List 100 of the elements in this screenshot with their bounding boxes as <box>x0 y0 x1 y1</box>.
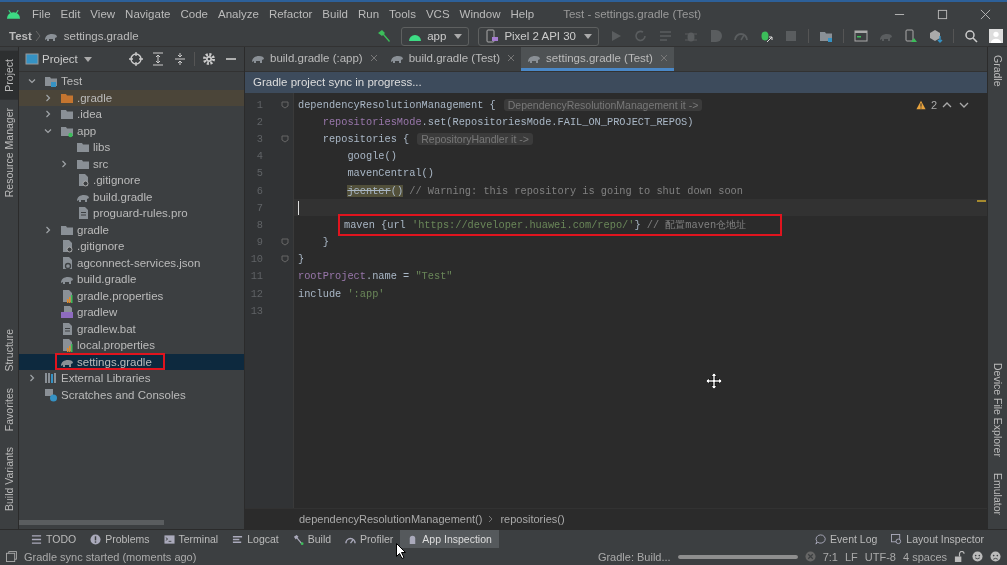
tool-window-tab[interactable]: Project <box>0 51 18 100</box>
line-separator[interactable]: LF <box>844 550 858 563</box>
chevron-up-icon[interactable] <box>942 100 952 110</box>
run-config-dropdown[interactable]: app <box>401 26 470 46</box>
crosshair-icon[interactable] <box>129 52 143 66</box>
tool-window-button[interactable]: Event Log <box>808 530 885 548</box>
tree-item[interactable]: build.gradle <box>19 271 244 288</box>
collapse-all-icon[interactable] <box>173 52 187 66</box>
tree-item[interactable]: local.properties <box>19 337 244 354</box>
menu-item[interactable]: Run <box>352 8 385 20</box>
tree-item[interactable]: gradle <box>19 221 244 238</box>
close-icon[interactable] <box>369 53 378 62</box>
breadcrumb-item[interactable]: repositories() <box>500 513 565 525</box>
tree-item[interactable]: libs <box>19 139 244 156</box>
tree-item[interactable]: proguard-rules.pro <box>19 205 244 222</box>
tree-item[interactable]: agconnect-services.json <box>19 254 244 271</box>
tree-item[interactable]: .idea <box>19 106 244 123</box>
tool-window-button[interactable]: Logcat <box>225 530 286 548</box>
maximize-icon[interactable] <box>937 8 948 20</box>
folder-icon[interactable] <box>819 29 833 43</box>
menu-item[interactable]: Edit <box>55 8 86 20</box>
tool-window-button[interactable]: Terminal <box>156 530 226 548</box>
menu-item[interactable]: Window <box>454 8 506 20</box>
close-icon[interactable] <box>507 53 516 62</box>
tree-item[interactable]: External Libraries <box>19 370 244 387</box>
cube-icon[interactable] <box>929 29 943 43</box>
tree-item[interactable]: src <box>19 155 244 172</box>
search-icon[interactable] <box>964 29 978 43</box>
tool-window-button[interactable]: App Inspection <box>400 530 499 548</box>
chevron-down-icon[interactable] <box>44 126 52 135</box>
editor-tab[interactable]: build.gradle (:app) <box>245 47 384 71</box>
tool-window-button[interactable]: Build <box>285 530 339 548</box>
caret-position[interactable]: 7:1 <box>822 550 838 563</box>
hammer-icon[interactable] <box>377 29 392 43</box>
tree-item[interactable]: Scratches and Consoles <box>19 386 244 403</box>
window-icon[interactable] <box>854 29 868 43</box>
breadcrumb-item[interactable]: dependencyResolutionManagement() <box>299 513 483 525</box>
tree-item[interactable]: gradlew.bat <box>19 320 244 337</box>
file-encoding[interactable]: UTF-8 <box>864 550 896 563</box>
restart-icon[interactable] <box>634 29 648 43</box>
menu-item[interactable]: Tools <box>384 8 421 20</box>
bug-arrow-icon[interactable] <box>759 29 773 43</box>
menu-item[interactable]: Code <box>175 8 213 20</box>
tool-window-tab[interactable]: Build Variants <box>0 439 18 519</box>
menu-item[interactable]: Help <box>505 8 540 20</box>
task-label[interactable]: Gradle: Build... <box>597 550 671 563</box>
fold-marker-icon[interactable] <box>281 134 289 143</box>
chevron-right-icon[interactable] <box>44 93 52 102</box>
tree-item[interactable]: gradle.properties <box>19 287 244 304</box>
fold-marker-icon[interactable] <box>281 238 289 247</box>
chevron-right-icon[interactable] <box>28 374 36 383</box>
project-view-dropdown[interactable]: Project <box>42 53 78 65</box>
tree-item[interactable]: Test <box>19 73 244 90</box>
tree-item[interactable]: .gitignore <box>19 238 244 255</box>
tree-item[interactable]: gradlew <box>19 304 244 321</box>
smiley-icon[interactable] <box>972 551 983 562</box>
fold-marker-icon[interactable] <box>281 255 289 264</box>
sad-face-icon[interactable] <box>990 551 1001 562</box>
cancel-icon[interactable] <box>804 551 816 562</box>
chevron-down-icon[interactable] <box>959 100 969 110</box>
chevron-right-icon[interactable] <box>44 110 52 119</box>
scrollbar[interactable] <box>19 520 164 525</box>
menu-item[interactable]: Build <box>317 8 353 20</box>
chevron-right-icon[interactable] <box>44 225 52 234</box>
warning-icon[interactable] <box>915 100 926 110</box>
settings-icon[interactable] <box>202 52 216 66</box>
tool-window-tab[interactable]: Structure <box>0 321 18 380</box>
chevron-right-icon[interactable] <box>60 159 68 168</box>
breadcrumb-item[interactable]: Test <box>9 30 32 42</box>
menu-item[interactable]: VCS <box>420 8 455 20</box>
menu-item[interactable]: Refactor <box>263 8 318 20</box>
tree-item[interactable]: .gitignore <box>19 172 244 189</box>
menu-item[interactable]: Analyze <box>212 8 264 20</box>
tool-window-tab[interactable]: Emulator <box>988 465 1007 523</box>
chevron-down-icon[interactable] <box>28 77 36 86</box>
breadcrumb-item[interactable]: settings.gradle <box>63 30 139 42</box>
close-icon[interactable] <box>980 8 991 20</box>
tool-window-button[interactable]: Layout Inspector <box>884 530 991 548</box>
indent-setting[interactable]: 4 spaces <box>902 550 947 563</box>
caret-down-icon[interactable] <box>83 56 92 62</box>
editor-tab[interactable]: build.gradle (Test) <box>383 47 522 71</box>
menu-item[interactable]: File <box>27 8 56 20</box>
tree-item[interactable]: app <box>19 122 244 139</box>
tool-window-button[interactable]: Problems <box>83 530 157 548</box>
tree-item[interactable]: settings.gradle <box>19 353 244 370</box>
menu-item[interactable]: View <box>85 8 121 20</box>
tool-window-button[interactable]: Profiler <box>338 530 401 548</box>
tree-item[interactable]: build.gradle <box>19 188 244 205</box>
device-dropdown[interactable]: Pixel 2 API 30 <box>478 26 599 46</box>
expand-all-icon[interactable] <box>151 52 165 66</box>
tool-window-tab[interactable]: Device File Explorer <box>988 355 1007 465</box>
tool-window-tab[interactable]: Favorites <box>0 379 18 439</box>
phone-icon[interactable] <box>904 29 918 43</box>
square-icon[interactable] <box>6 551 17 562</box>
lock-icon[interactable] <box>954 551 965 562</box>
tool-window-tab[interactable]: Gradle <box>988 47 1007 95</box>
editor-tab[interactable]: settings.gradle (Test) <box>521 47 674 71</box>
tool-window-button[interactable]: TODO <box>24 530 84 548</box>
tool-window-tab[interactable]: Resource Manager <box>0 99 18 205</box>
tree-item[interactable]: .gradle <box>19 89 244 106</box>
